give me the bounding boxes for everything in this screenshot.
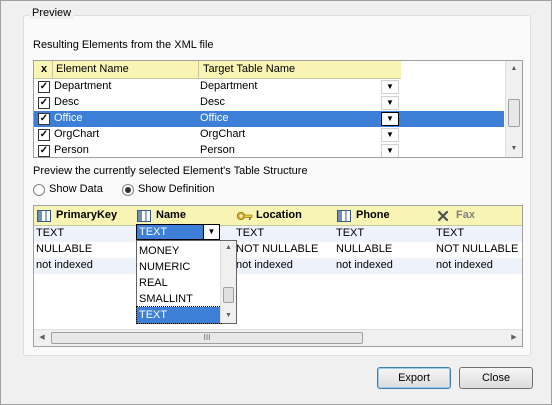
cell-location-type[interactable]: TEXT	[236, 227, 264, 239]
scroll-down-arrow-icon[interactable]: ▼	[221, 309, 236, 323]
target-dropdown-arrow-icon[interactable]: ▼	[381, 144, 399, 157]
target-dropdown-arrow-icon[interactable]: ▼	[381, 128, 399, 142]
elements-grid[interactable]: x Element Name Target Table Name ✓ Depar…	[33, 60, 523, 158]
excluded-column-icon	[437, 210, 451, 222]
cell-fax-type[interactable]: TEXT	[436, 227, 464, 239]
element-checkbox[interactable]: ✓	[38, 145, 50, 157]
preview-group-title: Preview	[29, 7, 75, 19]
type-option[interactable]: SMALLINT	[137, 291, 221, 307]
export-button[interactable]: Export	[377, 367, 451, 389]
cell-primarykey-nullable[interactable]: NULLABLE	[36, 243, 92, 255]
cell-fax-index[interactable]: not indexed	[436, 259, 493, 271]
column-header-fax[interactable]: Fax	[434, 206, 522, 226]
element-name: Person	[54, 144, 89, 156]
element-row-selected[interactable]: ✓ Office Office ▼	[34, 111, 504, 127]
type-row: TEXT TEXT TEXT TEXT	[34, 226, 522, 242]
element-checkbox[interactable]: ✓	[38, 129, 50, 141]
key-icon	[237, 210, 253, 222]
column-header-phone[interactable]: Phone	[334, 206, 434, 226]
elements-grid-header: x Element Name Target Table Name	[34, 61, 401, 79]
cell-phone-index[interactable]: not indexed	[336, 259, 393, 271]
element-row[interactable]: ✓ Desc Desc ▼	[34, 95, 504, 111]
element-name: Desc	[54, 96, 80, 108]
column-icon	[37, 210, 51, 222]
dropdown-scrollbar[interactable]: ▲ ▼	[220, 241, 236, 323]
cell-primarykey-type[interactable]: TEXT	[36, 227, 64, 239]
scroll-down-arrow-icon[interactable]: ▼	[506, 141, 522, 157]
cell-primarykey-index[interactable]: not indexed	[36, 259, 93, 271]
scroll-thumb[interactable]: III	[51, 332, 363, 344]
scroll-right-arrow-icon[interactable]: ▶	[506, 330, 522, 346]
target-table-name[interactable]: Desc	[200, 96, 225, 108]
type-dropdown-list[interactable]: MONEY NUMERIC REAL SMALLINT TEXT ▲ ▼	[136, 240, 237, 324]
elements-vertical-scrollbar[interactable]: ▲ ▼	[505, 61, 522, 157]
type-option-selected[interactable]: TEXT	[136, 306, 222, 324]
structure-label: Preview the currently selected Element's…	[33, 165, 308, 177]
element-checkbox[interactable]: ✓	[38, 113, 50, 125]
target-dropdown-arrow-icon[interactable]: ▼	[381, 96, 399, 110]
element-row[interactable]: ✓ OrgChart OrgChart ▼	[34, 127, 504, 143]
target-table-name[interactable]: OrgChart	[200, 128, 245, 140]
element-name: Department	[54, 80, 112, 92]
xml-import-dialog: Preview Resulting Elements from the XML …	[0, 0, 552, 405]
close-button[interactable]: Close	[459, 367, 533, 389]
scroll-up-arrow-icon[interactable]: ▲	[221, 241, 236, 255]
header-element-name[interactable]: Element Name	[56, 63, 129, 75]
combo-value: TEXT	[139, 226, 168, 238]
show-definition-label[interactable]: Show Definition	[138, 183, 214, 195]
target-dropdown-arrow-icon[interactable]: ▼	[381, 112, 399, 126]
type-option[interactable]: NUMERIC	[137, 259, 221, 275]
scroll-thumb[interactable]	[508, 99, 520, 127]
header-check-column[interactable]: x	[37, 63, 51, 75]
show-data-label[interactable]: Show Data	[49, 183, 103, 195]
type-option[interactable]: MONEY	[137, 243, 221, 259]
cell-phone-nullable[interactable]: NULLABLE	[336, 243, 392, 255]
name-type-combobox[interactable]: TEXT ▼	[136, 224, 220, 240]
element-checkbox[interactable]: ✓	[38, 81, 50, 93]
element-checkbox[interactable]: ✓	[38, 97, 50, 109]
element-row[interactable]: ✓ Person Person ▼	[34, 143, 504, 157]
table-structure-grid[interactable]: PrimaryKey Name Location Phone Fax TEXT …	[33, 205, 523, 347]
header-target-table-name[interactable]: Target Table Name	[203, 63, 295, 75]
column-icon	[137, 210, 151, 222]
show-data-radio[interactable]	[33, 184, 45, 196]
index-row: not indexed not indexed not indexed not …	[34, 258, 522, 274]
cell-fax-nullable[interactable]: NOT NULLABLE	[436, 243, 518, 255]
show-definition-radio[interactable]	[122, 184, 134, 196]
column-header-location[interactable]: Location	[234, 206, 334, 226]
structure-grid-header: PrimaryKey Name Location Phone Fax	[34, 206, 522, 226]
structure-horizontal-scrollbar[interactable]: ◀ III ▶	[34, 329, 522, 346]
target-table-name[interactable]: Office	[200, 112, 229, 124]
scroll-left-arrow-icon[interactable]: ◀	[34, 330, 50, 346]
element-name: Office	[54, 112, 83, 124]
cell-location-nullable[interactable]: NOT NULLABLE	[236, 243, 318, 255]
column-header-primarykey[interactable]: PrimaryKey	[34, 206, 134, 226]
target-dropdown-arrow-icon[interactable]: ▼	[381, 80, 399, 94]
target-table-name[interactable]: Department	[200, 80, 257, 92]
elements-label: Resulting Elements from the XML file	[33, 39, 214, 51]
target-table-name[interactable]: Person	[200, 144, 235, 156]
column-header-name[interactable]: Name	[134, 206, 234, 226]
cell-location-index[interactable]: not indexed	[236, 259, 293, 271]
scroll-thumb[interactable]	[223, 287, 234, 303]
element-row[interactable]: ✓ Department Department ▼	[34, 79, 504, 95]
type-option[interactable]: REAL	[137, 275, 221, 291]
nullability-row: NULLABLE NOT NULLABLE NULLABLE NOT NULLA…	[34, 242, 522, 258]
column-icon	[337, 210, 351, 222]
cell-phone-type[interactable]: TEXT	[336, 227, 364, 239]
scroll-up-arrow-icon[interactable]: ▲	[506, 61, 522, 77]
element-name: OrgChart	[54, 128, 100, 140]
combo-dropdown-arrow-icon[interactable]: ▼	[203, 225, 219, 239]
